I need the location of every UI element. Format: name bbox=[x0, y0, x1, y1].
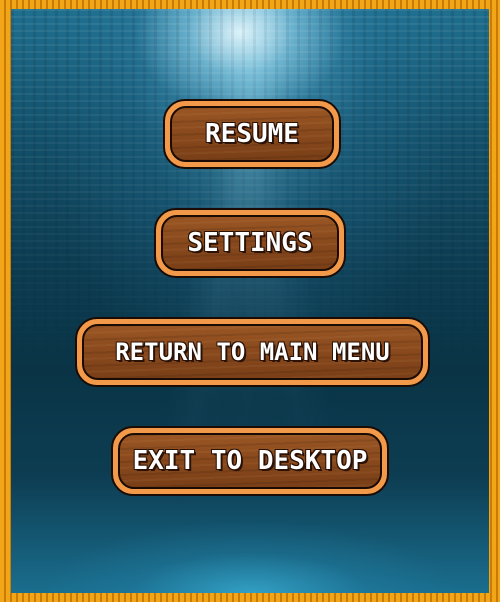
settings-button-face[interactable]: SETTINGS bbox=[161, 215, 339, 271]
exit-to-desktop-button-label: EXIT TO DESKTOP bbox=[132, 446, 368, 476]
light-rays bbox=[11, 9, 489, 593]
resume-button-face[interactable]: RESUME bbox=[170, 106, 334, 162]
return-to-main-menu-button-label: RETURN TO MAIN MENU bbox=[115, 338, 390, 366]
exit-to-desktop-button-face[interactable]: EXIT TO DESKTOP bbox=[118, 433, 382, 489]
pause-menu-frame: RESUME SETTINGS RETURN TO MAIN MENU EXIT… bbox=[0, 0, 500, 602]
exit-to-desktop-button[interactable]: EXIT TO DESKTOP bbox=[111, 426, 389, 496]
settings-button[interactable]: SETTINGS bbox=[154, 208, 346, 278]
return-to-main-menu-button-face[interactable]: RETURN TO MAIN MENU bbox=[82, 324, 423, 380]
return-to-main-menu-button[interactable]: RETURN TO MAIN MENU bbox=[75, 317, 430, 387]
settings-button-label: SETTINGS bbox=[187, 228, 313, 258]
underwater-background: RESUME SETTINGS RETURN TO MAIN MENU EXIT… bbox=[11, 9, 489, 593]
resume-button[interactable]: RESUME bbox=[163, 99, 341, 169]
resume-button-label: RESUME bbox=[205, 119, 299, 149]
